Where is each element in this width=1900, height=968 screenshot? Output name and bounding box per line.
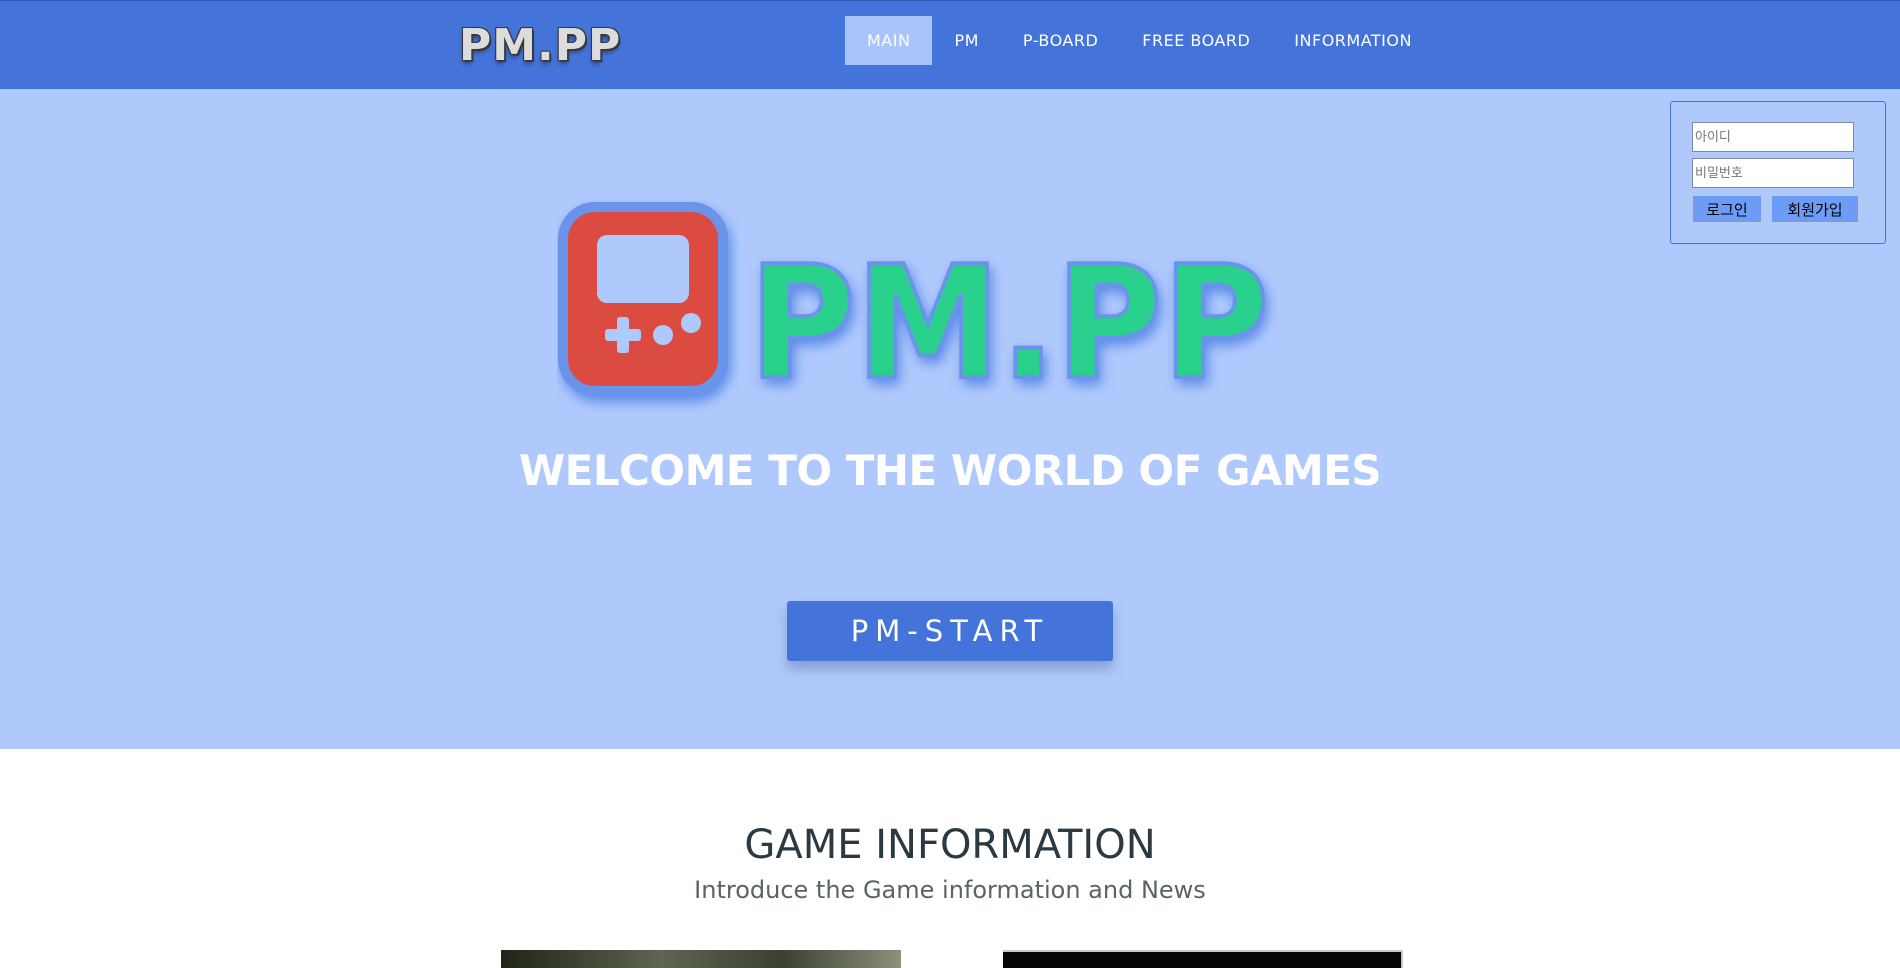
nav-menu: MAIN PM P-BOARD FREE BOARD INFORMATION <box>845 16 1434 65</box>
game-info-title: GAME INFORMATION <box>744 822 1156 868</box>
password-input[interactable] <box>1692 158 1854 188</box>
hero-logo-text: PM.PP <box>749 232 1269 414</box>
hero-logo: PM.PP <box>558 202 1271 416</box>
nav-item-label: INFORMATION <box>1294 31 1412 50</box>
pm-start-button[interactable]: PM-START <box>787 601 1113 661</box>
hero-section: PM.PP WELCOME TO THE WORLD OF GAMES PM-S… <box>0 89 1900 749</box>
welcome-heading: WELCOME TO THE WORLD OF GAMES <box>518 446 1382 495</box>
login-box: 로그인 회원가입 <box>1670 101 1886 244</box>
gameboy-icon <box>558 202 728 396</box>
nav-item-label: PM <box>954 31 979 50</box>
nav-item-p-board[interactable]: P-BOARD <box>1001 16 1120 65</box>
nav-item-label: FREE BOARD <box>1142 31 1251 50</box>
nav-item-free-board[interactable]: FREE BOARD <box>1120 16 1272 65</box>
id-input[interactable] <box>1692 122 1854 152</box>
nav-item-label: P-BOARD <box>1022 31 1099 50</box>
game-info-subtitle: Introduce the Game information and News <box>694 876 1206 904</box>
signup-button[interactable]: 회원가입 <box>1771 195 1859 223</box>
login-button[interactable]: 로그인 <box>1692 195 1762 223</box>
navbar: PM.PP MAIN PM P-BOARD FREE BOARD INFORMA… <box>0 0 1900 89</box>
brand-logo[interactable]: PM.PP <box>459 24 621 68</box>
nav-item-pm[interactable]: PM <box>932 16 1000 65</box>
pm-start-label: PM-START <box>850 614 1050 648</box>
game-thumbnail[interactable] <box>1003 950 1403 968</box>
game-thumbnail[interactable] <box>501 950 901 968</box>
nav-item-main[interactable]: MAIN <box>845 16 933 65</box>
nav-item-information[interactable]: INFORMATION <box>1272 16 1434 65</box>
nav-item-label: MAIN <box>867 31 911 50</box>
